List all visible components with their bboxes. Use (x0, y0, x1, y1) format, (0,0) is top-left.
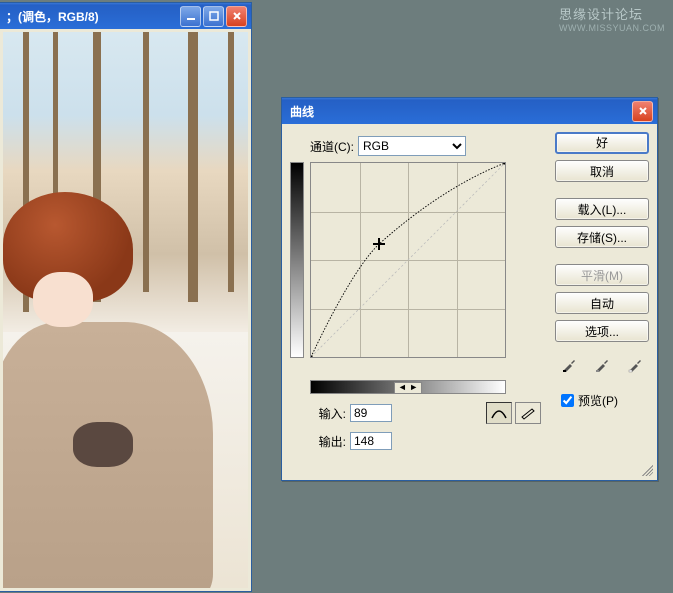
watermark-text: 思缘设计论坛 (559, 7, 643, 22)
curve-icon (490, 406, 508, 420)
gray-point-eyedropper[interactable] (590, 354, 614, 376)
curve-svg (311, 163, 505, 357)
load-button[interactable]: 载入(L)... (555, 198, 649, 220)
window-controls (180, 6, 247, 27)
dialog-close-button[interactable] (632, 101, 653, 122)
maximize-button[interactable] (203, 6, 224, 27)
channel-row: 通道(C): RGB (310, 136, 547, 156)
watermark: 思缘设计论坛 WWW.MISSYUAN.COM (559, 4, 665, 33)
preview-label: 预览(P) (578, 392, 618, 409)
save-button[interactable]: 存储(S)... (555, 226, 649, 248)
ok-button[interactable]: 好 (555, 132, 649, 154)
resize-grip-icon[interactable] (639, 462, 653, 476)
input-row: 输入: (298, 402, 547, 424)
channel-label: 通道(C): (310, 138, 354, 155)
black-point-eyedropper[interactable] (557, 354, 581, 376)
input-field[interactable] (350, 404, 392, 422)
output-gradient (290, 162, 304, 358)
dialog-titlebar[interactable]: 曲线 (282, 98, 657, 124)
document-window: ；(调色，RGB/8) (0, 2, 252, 592)
pencil-icon (519, 406, 537, 420)
eyedropper-icon (627, 357, 643, 373)
eyedropper-icon (561, 357, 577, 373)
curve-area (290, 162, 526, 376)
white-point-eyedropper[interactable] (623, 354, 647, 376)
output-field[interactable] (350, 432, 392, 450)
eyedropper-icon (594, 357, 610, 373)
preview-row: 预览(P) (561, 392, 649, 409)
options-button[interactable]: 选项... (555, 320, 649, 342)
dialog-title: 曲线 (290, 103, 314, 120)
input-label: 输入: (298, 405, 346, 422)
input-gradient[interactable]: ◄ ► (310, 380, 506, 394)
curves-dialog: 曲线 通道(C): RGB (281, 97, 658, 481)
channel-select[interactable]: RGB (358, 136, 466, 156)
pencil-mode-button[interactable] (515, 402, 541, 424)
document-title: ；(调色，RGB/8) (6, 8, 99, 25)
curve-mode-button[interactable] (486, 402, 512, 424)
auto-button[interactable]: 自动 (555, 292, 649, 314)
close-icon (232, 11, 242, 21)
curve-endpoint (311, 355, 313, 357)
curve-control-point[interactable] (373, 238, 385, 250)
curve-endpoint (503, 163, 505, 165)
eyedropper-row (555, 354, 649, 376)
close-button[interactable] (226, 6, 247, 27)
document-titlebar[interactable]: ；(调色，RGB/8) (0, 3, 251, 29)
baseline-path (311, 163, 505, 357)
curve-graph[interactable] (310, 162, 506, 358)
gradient-flip-button[interactable]: ◄ ► (394, 382, 422, 394)
minimize-button[interactable] (180, 6, 201, 27)
photo-decor (228, 32, 234, 292)
close-icon (638, 106, 648, 116)
minimize-icon (186, 11, 196, 21)
output-label: 输出: (298, 433, 346, 450)
photo-subject (3, 192, 203, 572)
maximize-icon (209, 11, 219, 21)
cancel-button[interactable]: 取消 (555, 160, 649, 182)
smooth-button: 平滑(M) (555, 264, 649, 286)
output-row: 输出: (298, 432, 547, 450)
document-canvas[interactable] (3, 32, 248, 588)
preview-checkbox[interactable] (561, 394, 574, 407)
watermark-url: WWW.MISSYUAN.COM (559, 23, 665, 33)
